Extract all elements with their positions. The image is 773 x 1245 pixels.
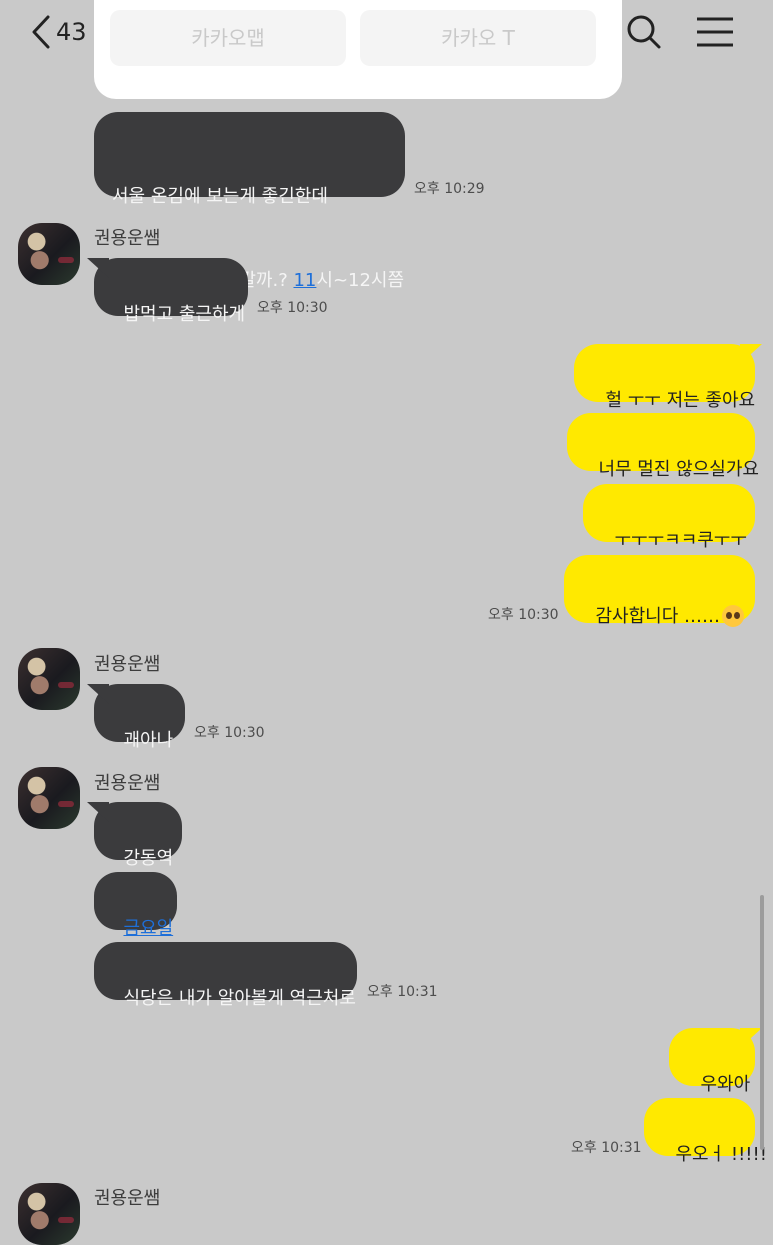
message-bubble-sent[interactable]: 헐 ㅜㅜ 저는 좋아요 — [574, 344, 755, 411]
avatar[interactable] — [18, 1183, 80, 1245]
message-text: 식당은 내가 알아볼게 역근처로 — [123, 988, 356, 1009]
message-bubble-sent[interactable]: ㅜㅜㅜㅋㅋ쿠ㅜㅜ — [583, 484, 755, 551]
message-text: 감사합니다 …… — [595, 606, 720, 627]
kakao-map-button[interactable]: 카카오맵 — [110, 10, 346, 66]
message-timestamp: 오후 10:29 — [414, 181, 485, 197]
message-text: 우와아 — [700, 1074, 751, 1095]
message-bubble-sent[interactable]: 너무 멀진 않으실가요 — [567, 413, 759, 480]
message-text: 서울 온김에 보는게 좋긴한데 — [112, 186, 328, 207]
message-text: ㅜㅜㅜㅋㅋ쿠ㅜㅜ — [614, 530, 747, 551]
sender-name: 권용운쌤 — [94, 228, 161, 249]
pleading-face-emoji — [721, 605, 744, 627]
sender-name: 권용운쌤 — [94, 654, 161, 675]
shared-location-card: 카카오맵 카카오 T — [94, 0, 622, 99]
message-bubble-received[interactable]: 괘아나 — [94, 684, 185, 751]
avatar[interactable] — [18, 223, 80, 285]
message-text: 너무 멀진 않으실가요 — [598, 459, 759, 480]
message-text: 헐 ㅜㅜ 저는 좋아요 — [605, 390, 756, 411]
message-bubble-received[interactable]: 서울 온김에 보는게 좋긴한데 내가 병원근처로 갈까.? 11시~12시쯤 — [94, 112, 405, 291]
scrollbar[interactable] — [760, 895, 764, 1150]
message-bubble-received[interactable]: 밥먹고 출근하게 — [94, 258, 248, 325]
message-timestamp: 오후 10:30 — [488, 607, 559, 623]
message-bubble-sent[interactable]: 우오ㅓ !!!!! — [644, 1098, 767, 1165]
search-icon — [627, 15, 661, 49]
message-text: 괘아나 — [123, 730, 174, 751]
message-timestamp: 오후 10:30 — [194, 725, 265, 741]
search-button[interactable] — [624, 12, 664, 52]
message-timestamp: 오후 10:30 — [257, 300, 328, 316]
avatar[interactable] — [18, 767, 80, 829]
sender-name: 권용운쌤 — [94, 1188, 161, 1209]
message-timestamp: 오후 10:31 — [571, 1140, 642, 1156]
menu-button[interactable] — [695, 12, 735, 52]
message-bubble-sent[interactable]: 감사합니다 …… — [564, 555, 755, 627]
kakao-t-button[interactable]: 카카오 T — [360, 10, 596, 66]
time-link[interactable]: 11 — [293, 270, 316, 291]
hamburger-menu-icon — [697, 17, 733, 47]
message-bubble-received[interactable]: 금요일 — [94, 872, 177, 939]
sender-name: 권용운쌤 — [94, 773, 161, 794]
message-bubble-sent[interactable]: 우와아 — [669, 1028, 755, 1095]
message-text: 밥먹고 출근하게 — [123, 304, 246, 325]
message-text: 강동역 — [123, 848, 174, 869]
message-bubble-received[interactable]: 식당은 내가 알아볼게 역근처로 — [94, 942, 357, 1009]
message-timestamp: 오후 10:31 — [367, 984, 438, 1000]
message-bubble-received[interactable]: 강동역 — [94, 802, 182, 869]
avatar[interactable] — [18, 648, 80, 710]
message-text: 우오ㅓ !!!!! — [675, 1144, 767, 1165]
date-link[interactable]: 금요일 — [123, 918, 173, 939]
